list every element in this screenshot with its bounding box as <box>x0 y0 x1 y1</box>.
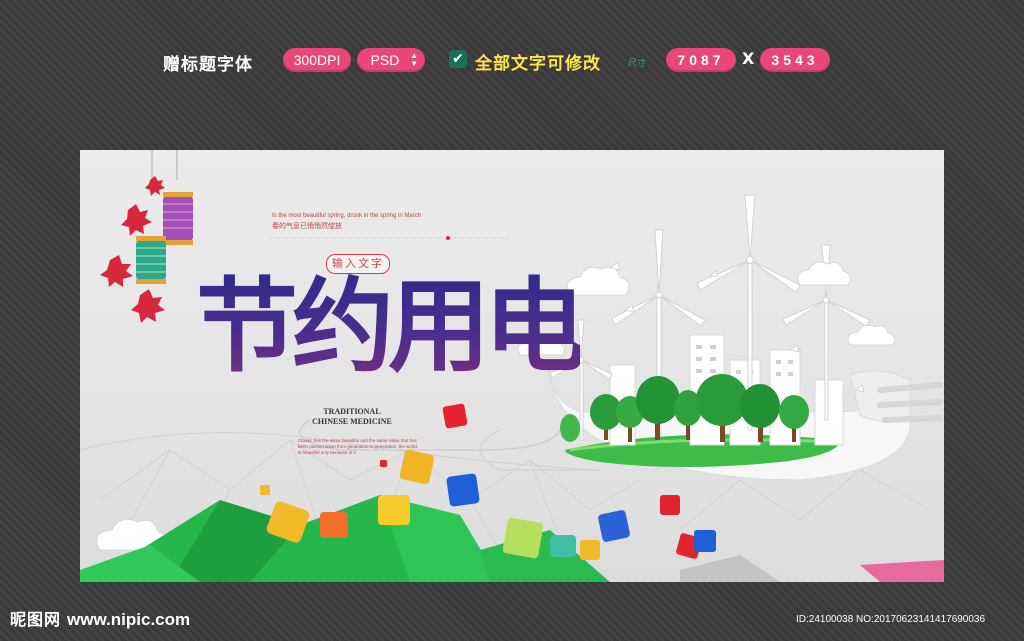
format-badge: PSD ▲ ▼ <box>357 48 425 72</box>
image-id-text: ID:24100038 NO:20170623141417690036 <box>796 614 986 625</box>
updown-arrows-icon: ▲ ▼ <box>410 51 418 68</box>
nipic-url: www.nipic.com <box>67 610 191 629</box>
poster: Is the most beautiful spring, drunk in t… <box>80 150 944 582</box>
editable-text-label: 全部文字可修改 <box>475 54 601 74</box>
poster-body-copy: Classic has the same beautiful and the s… <box>298 438 417 455</box>
height-badge: 3543 <box>760 48 830 72</box>
size-label: 尺寸 <box>628 59 647 69</box>
nipic-watermark: 昵图网 www.nipic.com <box>10 606 190 630</box>
width-badge: 7087 <box>666 48 736 72</box>
gift-font-text: 赠标题字体 <box>163 55 253 75</box>
dimension-separator: X <box>742 49 755 68</box>
top-info-bar: 赠标题字体 300DPI PSD ▲ ▼ ✔ 全部文字可修改 尺寸 7087 X … <box>0 40 1024 80</box>
nipic-logo-text: 昵图网 <box>10 610 62 629</box>
poster-slogan-en: Is the most beautiful spring, drunk in t… <box>272 213 422 219</box>
checkmark-icon: ✔ <box>449 50 467 68</box>
format-label: PSD <box>370 52 400 68</box>
dpi-badge: 300DPI <box>283 48 351 72</box>
poster-main-title: 节约用电 <box>196 262 586 392</box>
poster-slogan-cn: 春的气息已悄悄然绽放 <box>272 222 342 230</box>
poster-subtitle-en: TRADITIONAL CHINESE MEDICINE <box>312 407 392 426</box>
